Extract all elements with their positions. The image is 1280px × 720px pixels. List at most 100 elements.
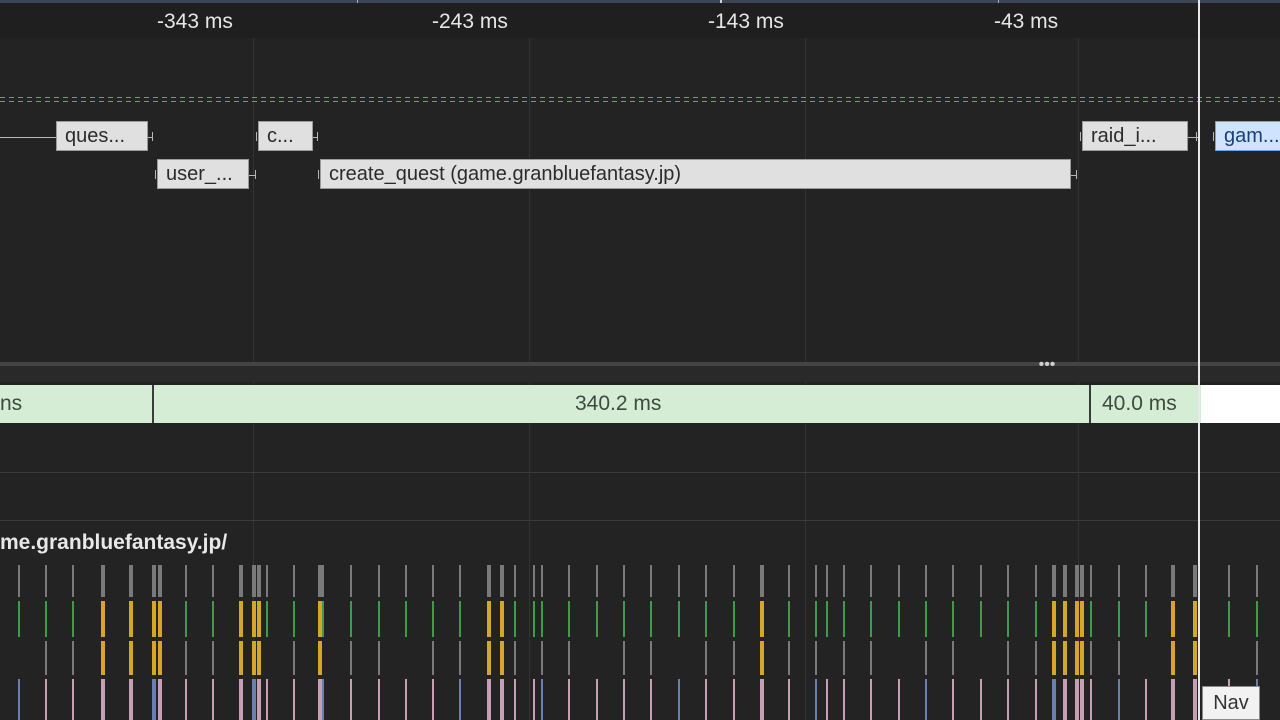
trace-event-tick[interactable] (293, 601, 295, 637)
trace-event-tick[interactable] (500, 565, 504, 597)
trace-event-tick[interactable] (898, 565, 900, 597)
trace-event-tick[interactable] (568, 641, 570, 675)
trace-event-tick[interactable] (350, 679, 352, 720)
trace-event-tick[interactable] (322, 565, 324, 597)
trace-event-tick[interactable] (1256, 641, 1258, 675)
trace-event-tick[interactable] (826, 679, 828, 720)
trace-event-tick[interactable] (1193, 641, 1197, 675)
trace-event-tick[interactable] (815, 679, 817, 720)
trace-event-tick[interactable] (185, 641, 187, 675)
trace-event-tick[interactable] (1080, 679, 1084, 720)
trace-event-tick[interactable] (788, 679, 790, 720)
trace-event-tick[interactable] (18, 601, 20, 637)
trace-event-tick[interactable] (45, 641, 47, 675)
trace-event-tick[interactable] (500, 679, 504, 720)
trace-event-tick[interactable] (843, 641, 845, 675)
trace-event-tick[interactable] (487, 679, 491, 720)
trace-event-tick[interactable] (870, 679, 872, 720)
trace-event-tick[interactable] (432, 641, 434, 675)
network-request-bar[interactable]: user_... (157, 159, 249, 189)
trace-event-tick[interactable] (45, 565, 47, 597)
trace-event-tick[interactable] (101, 679, 105, 720)
trace-event-tick[interactable] (1090, 679, 1092, 720)
network-request-bar-selected[interactable]: gam... (1215, 121, 1280, 151)
trace-event-tick[interactable] (596, 565, 598, 597)
trace-event-tick[interactable] (1193, 601, 1197, 637)
trace-event-tick[interactable] (322, 601, 324, 637)
trace-event-tick[interactable] (952, 641, 954, 675)
trace-event-tick[interactable] (980, 601, 982, 637)
trace-event-tick[interactable] (378, 641, 380, 675)
trace-event-tick[interactable] (266, 565, 268, 597)
trace-event-tick[interactable] (405, 565, 407, 597)
trace-event-tick[interactable] (129, 565, 133, 597)
splitter-grip-icon[interactable]: ••• (1036, 357, 1058, 373)
trace-event-tick[interactable] (514, 565, 516, 597)
trace-event-tick[interactable] (1007, 679, 1009, 720)
trace-event-tick[interactable] (129, 601, 133, 637)
trace-event-tick[interactable] (898, 679, 900, 720)
overview-selection-strip[interactable] (0, 0, 1280, 3)
trace-event-tick[interactable] (815, 601, 817, 637)
trace-event-tick[interactable] (623, 679, 625, 720)
trace-event-tick[interactable] (257, 601, 261, 637)
trace-event-tick[interactable] (843, 565, 845, 597)
trace-event-tick[interactable] (733, 641, 735, 675)
trace-event-tick[interactable] (212, 679, 214, 720)
trace-event-tick[interactable] (568, 679, 570, 720)
trace-event-tick[interactable] (500, 641, 504, 675)
trace-event-tick[interactable] (72, 601, 74, 637)
trace-event-tick[interactable] (459, 601, 461, 637)
trace-event-tick[interactable] (45, 679, 47, 720)
trace-event-tick[interactable] (788, 565, 790, 597)
trace-event-tick[interactable] (596, 679, 598, 720)
trace-event-tick[interactable] (1145, 601, 1147, 637)
trace-event-tick[interactable] (185, 601, 187, 637)
trace-event-tick[interactable] (405, 601, 407, 637)
trace-event-tick[interactable] (650, 565, 652, 597)
trace-event-tick[interactable] (459, 679, 461, 720)
trace-event-tick[interactable] (322, 679, 324, 720)
trace-event-tick[interactable] (925, 601, 927, 637)
network-request-bar[interactable]: ques... (56, 121, 148, 151)
trace-event-tick[interactable] (1090, 601, 1092, 637)
trace-event-tick[interactable] (1145, 679, 1147, 720)
trace-event-tick[interactable] (1090, 641, 1092, 675)
trace-event-tick[interactable] (72, 679, 74, 720)
trace-event-tick[interactable] (1193, 679, 1197, 720)
trace-event-tick[interactable] (1171, 641, 1175, 675)
trace-event-tick[interactable] (1063, 641, 1067, 675)
trace-event-tick[interactable] (568, 565, 570, 597)
trace-event-tick[interactable] (623, 641, 625, 675)
trace-event-tick[interactable] (733, 679, 735, 720)
trace-event-tick[interactable] (1256, 601, 1258, 637)
trace-event-tick[interactable] (152, 679, 156, 720)
trace-event-tick[interactable] (1090, 565, 1092, 597)
trace-event-tick[interactable] (293, 565, 295, 597)
trace-event-tick[interactable] (541, 601, 543, 637)
trace-event-tick[interactable] (378, 601, 380, 637)
trace-event-tick[interactable] (487, 601, 491, 637)
trace-event-tick[interactable] (432, 679, 434, 720)
trace-event-tick[interactable] (1035, 565, 1037, 597)
trace-event-tick[interactable] (1118, 565, 1120, 597)
trace-event-tick[interactable] (487, 565, 491, 597)
trace-event-tick[interactable] (152, 565, 156, 597)
trace-event-tick[interactable] (533, 679, 535, 720)
main-thread-url[interactable]: me.granbluefantasy.jp/ (0, 528, 227, 558)
trace-event-tick[interactable] (185, 565, 187, 597)
trace-event-tick[interactable] (293, 641, 295, 675)
trace-event-tick[interactable] (870, 565, 872, 597)
trace-event-tick[interactable] (514, 641, 516, 675)
trace-event-tick[interactable] (760, 601, 764, 637)
trace-event-tick[interactable] (1035, 641, 1037, 675)
trace-event-tick[interactable] (870, 641, 872, 675)
trace-event-tick[interactable] (1228, 565, 1230, 597)
trace-event-tick[interactable] (72, 565, 74, 597)
trace-event-tick[interactable] (293, 679, 295, 720)
trace-event-tick[interactable] (158, 679, 162, 720)
trace-event-tick[interactable] (1007, 565, 1009, 597)
trace-event-tick[interactable] (487, 641, 491, 675)
trace-event-tick[interactable] (405, 679, 407, 720)
trace-event-tick[interactable] (432, 565, 434, 597)
